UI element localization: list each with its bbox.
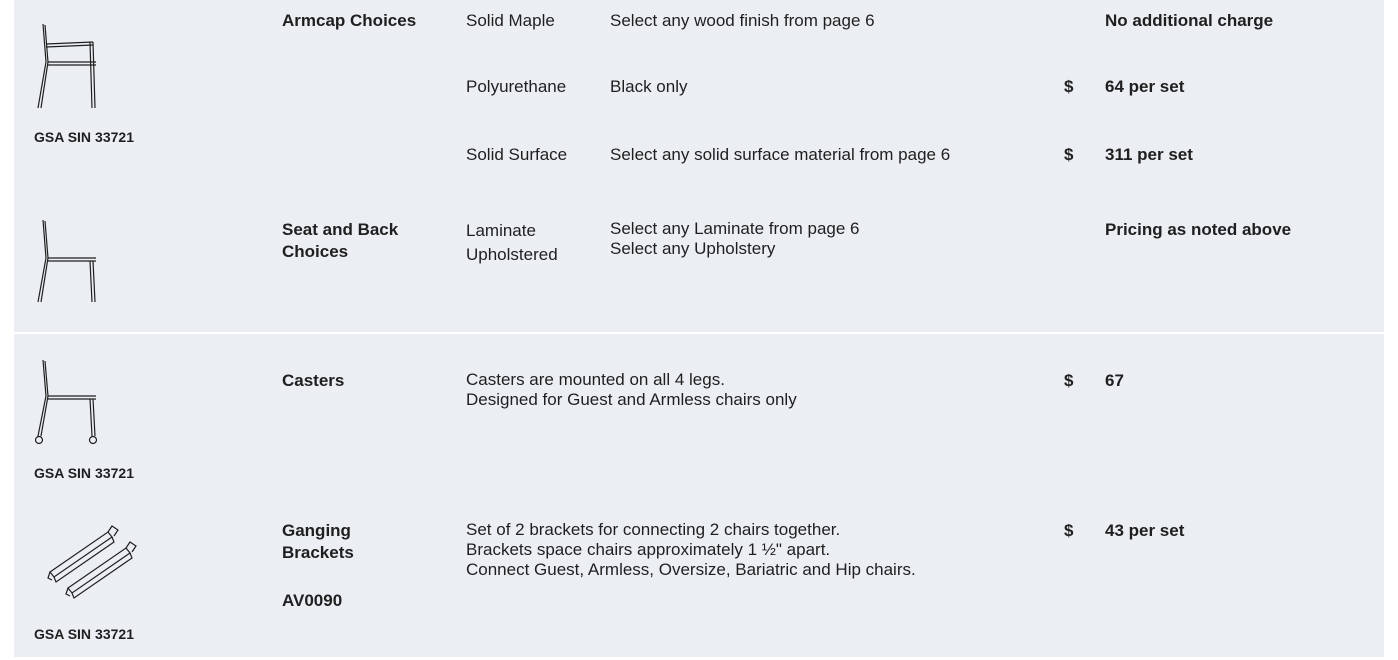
ganging-brackets-price: 43 per set [1105,521,1185,540]
currency-symbol: $ [1064,145,1074,164]
option-material: Solid Surface [466,145,568,164]
seat-back-choices-heading: Seat and Back Choices [282,220,399,261]
option-material: Solid Maple [466,11,555,30]
currency-symbol: $ [1064,521,1074,540]
ganging-brackets-description: Set of 2 brackets for connecting 2 chair… [466,520,916,579]
gsa-sin-label: GSA SIN 33721 [34,129,134,145]
armcap-choices-heading: Armcap Choices [282,11,417,30]
casters-heading: Casters [282,371,345,390]
option-description: Select any wood finish from page 6 [610,11,875,30]
gsa-sin-label: GSA SIN 33721 [34,626,134,642]
option-description: Black only [610,77,688,96]
armless-chair-side-illustration [37,219,96,303]
ganging-brackets-illustration [47,525,137,599]
currency-symbol: $ [1064,77,1074,96]
currency-symbol: $ [1064,371,1074,390]
gsa-sin-number: 33721 [95,465,134,481]
option-price: 64 per set [1105,77,1185,96]
seat-back-price-note: Pricing as noted above [1105,220,1292,239]
option-price: No additional charge [1105,11,1274,30]
seat-back-materials: Laminate Upholstered [466,221,558,264]
option-price: 311 per set [1105,145,1193,164]
gsa-sin-label: GSA SIN 33721 [34,465,134,481]
gsa-sin-number: 33721 [95,129,134,145]
gsa-sin-number: 33721 [95,626,134,642]
casters-description: Casters are mounted on all 4 legs. Desig… [466,370,797,409]
casters-price: 67 [1105,371,1124,390]
section-divider [14,332,1384,334]
product-code: AV0090 [282,591,343,610]
ganging-brackets-heading: Ganging Brackets [282,521,354,562]
option-description: Select any solid surface material from p… [610,145,951,164]
option-material: Polyurethane [466,77,567,96]
seat-back-descriptions: Select any Laminate from page 6 Select a… [610,219,860,258]
chair-with-casters-illustration [34,359,98,445]
armchair-side-illustration [37,23,96,109]
